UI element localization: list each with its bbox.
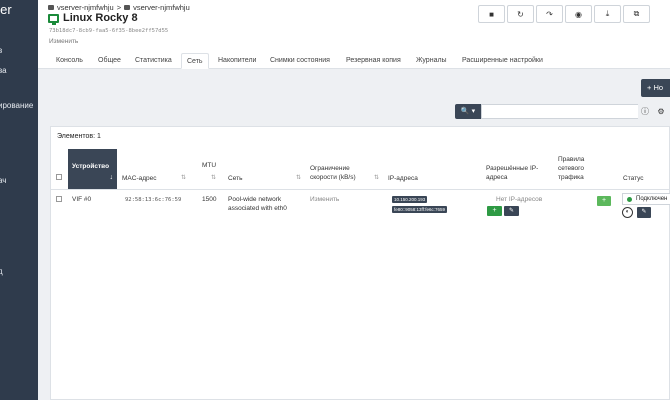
sidebar-item-2[interactable]: ва — [0, 66, 7, 75]
add-allowed-ip-button[interactable]: + — [487, 206, 502, 216]
col-allowed-label-1: Разрешённые IP- — [486, 165, 539, 172]
col-traffic-label-1: Правила — [558, 156, 585, 163]
stop-button[interactable]: ■ — [478, 5, 505, 23]
tab-snapshots[interactable]: Снимки состояния — [270, 53, 330, 69]
header-divider — [51, 189, 670, 190]
tab-backup[interactable]: Резервная копия — [346, 53, 401, 69]
col-mac-header[interactable]: MAC-адрес — [122, 174, 157, 183]
sidebar-item-5[interactable]: д — [0, 267, 3, 276]
col-device-label: Устройство — [72, 163, 110, 170]
tab-advanced[interactable]: Расширенные настройки — [462, 53, 543, 69]
tab-disks[interactable]: Накопители — [218, 53, 256, 69]
edit-allowed-ip-button[interactable]: ✎ — [504, 206, 519, 216]
vif-table: Элементов: 1 Устройство ↓ MAC-адрес ⇅ MT… — [50, 126, 670, 400]
add-interface-button[interactable]: + Но — [641, 79, 670, 97]
tab-general[interactable]: Общее — [98, 53, 121, 69]
cell-network-line-1: Pool-wide network — [228, 196, 282, 203]
select-all-checkbox[interactable] — [56, 174, 62, 180]
sidebar-item-4[interactable]: ач — [0, 176, 6, 185]
col-traffic-label-3: трафика — [558, 174, 584, 181]
host-icon — [124, 5, 131, 10]
migrate-button[interactable]: ↷ — [536, 5, 563, 23]
col-rate-label-1: Ограничение — [310, 165, 350, 172]
col-allowed-ip-header[interactable]: Разрешённые IP- адреса — [486, 164, 538, 182]
network-content: + Но 🔍 ▾ ⓘ ⚙ Элементов: 1 Устройство ↓ M… — [38, 69, 670, 400]
cell-network[interactable]: Pool-wide network associated with eth0 — [228, 195, 287, 213]
cell-allowed-ips: Нет IP-адресов — [496, 196, 543, 203]
sidebar: ider в ва ирование ач д — [0, 0, 38, 400]
breadcrumb: vserver-njmfwhju > vserver-njmfwhju — [48, 3, 190, 12]
copy-button[interactable]: ⧉ — [623, 5, 650, 23]
col-network-header[interactable]: Сеть — [228, 174, 242, 183]
col-ip-header[interactable]: IP-адреса — [388, 174, 418, 183]
lock-icon[interactable]: ◐ — [622, 207, 633, 218]
add-traffic-rule-button[interactable]: + — [597, 196, 611, 206]
restart-button[interactable]: ↻ — [507, 5, 534, 23]
sidebar-item-3[interactable]: ирование — [0, 101, 33, 110]
col-rate-label-2: скорости (kB/s) — [310, 174, 356, 181]
breadcrumb-host[interactable]: vserver-njmfwhju — [133, 3, 190, 12]
search-filter-dropdown[interactable]: 🔍 ▾ — [455, 104, 481, 119]
col-device-header[interactable]: Устройство ↓ — [68, 149, 117, 189]
cell-rate-limit[interactable]: Изменить — [310, 195, 339, 204]
col-rate-header[interactable]: Ограничение скорости (kB/s) — [310, 164, 356, 182]
tab-network[interactable]: Сеть — [181, 53, 209, 69]
snapshot-button[interactable]: ◉ — [565, 5, 592, 23]
status-value: Подключен — [636, 196, 668, 202]
sidebar-item-1[interactable]: в — [0, 46, 2, 55]
breadcrumb-pool[interactable]: vserver-njmfwhju — [57, 3, 114, 12]
sort-icon[interactable]: ⇅ — [211, 174, 216, 181]
connected-status-dot — [627, 197, 632, 202]
sort-icon[interactable]: ⇅ — [181, 174, 186, 181]
sidebar-brand[interactable]: ider — [0, 2, 12, 17]
cell-device: VIF #0 — [72, 196, 92, 203]
col-allowed-label-2: адреса — [486, 174, 508, 181]
cell-network-line-2: associated with eth0 — [228, 205, 287, 212]
vm-running-icon — [48, 13, 59, 25]
vm-uuid: 73b18dc7-8cb9-faa5-6f35-8bee2ff57d55 — [49, 28, 169, 34]
status-select[interactable]: Подключен — [622, 193, 670, 205]
item-count: Элементов: 1 — [57, 133, 101, 140]
search-input[interactable] — [481, 104, 639, 119]
title-row: Linux Rocky 8 — [48, 12, 138, 25]
row-checkbox[interactable] — [56, 196, 62, 202]
sort-icon[interactable]: ⇅ — [296, 174, 301, 181]
ip-badge-ipv4[interactable]: 10.150.200.193 — [392, 196, 428, 203]
info-icon[interactable]: ⓘ — [638, 104, 652, 119]
col-traffic-rules-header: Правила сетевого трафика — [558, 155, 584, 182]
tab-logs[interactable]: Журналы — [416, 53, 447, 69]
col-status-header[interactable]: Статус — [623, 174, 644, 183]
col-mtu-header[interactable]: MTU — [202, 161, 216, 170]
tab-console[interactable]: Консоль — [56, 53, 83, 69]
gear-icon[interactable]: ⚙ — [654, 104, 668, 119]
ip-badge-ipv6[interactable]: fe80::9058:13ff:fe6c:7659 — [392, 206, 447, 213]
page-title: Linux Rocky 8 — [63, 12, 138, 24]
vm-action-bar: ■ ↻ ↷ ◉ ⤓ ⧉ — [478, 5, 650, 23]
pool-icon — [48, 5, 54, 10]
tab-stats[interactable]: Статистика — [135, 53, 172, 69]
tab-bar: Консоль Общее Статистика Сеть Накопители… — [38, 53, 670, 69]
cell-mac: 92:58:13:6c:76:59 — [125, 197, 182, 203]
edit-description-link[interactable]: Изменить — [49, 38, 78, 45]
edit-status-button[interactable]: ✎ — [637, 207, 651, 218]
cell-mtu[interactable]: 1500 — [202, 195, 216, 204]
export-button[interactable]: ⤓ — [594, 5, 621, 23]
sort-desc-icon: ↓ — [109, 174, 114, 181]
col-traffic-label-2: сетевого — [558, 165, 585, 172]
breadcrumb-separator: > — [116, 3, 122, 12]
sort-icon[interactable]: ⇅ — [374, 174, 379, 181]
